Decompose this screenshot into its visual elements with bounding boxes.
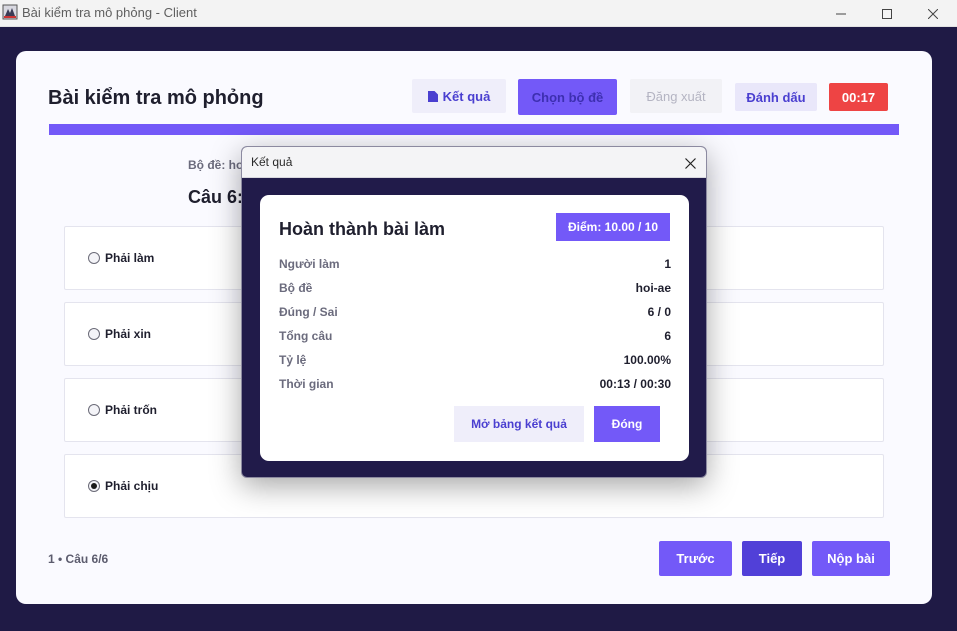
dialog-title: Kết quả [251, 155, 293, 169]
result-value: 00:13 / 00:30 [599, 377, 671, 391]
radio-button[interactable] [88, 252, 100, 264]
window-titlebar: Bài kiểm tra mô phỏng - Client [0, 0, 957, 27]
result-row: Bộ đề hoi-ae [279, 281, 671, 297]
open-results-board-button[interactable]: Mở bảng kết quả [454, 406, 584, 442]
result-button-label: Kết quả [442, 88, 491, 104]
result-key: Đúng / Sai [279, 305, 338, 319]
result-key: Người làm [279, 257, 340, 271]
result-row: Người làm 1 [279, 257, 671, 273]
result-key: Tổng câu [279, 329, 333, 343]
question-title: Câu 6: [188, 187, 244, 207]
result-row: Tỷ lệ 100.00% [279, 353, 671, 369]
dialog-content: Hoàn thành bài làm Điểm: 10.00 / 10 Ngườ… [260, 195, 689, 461]
result-dialog: Kết quả Hoàn thành bài làm Điểm: 10.00 /… [241, 146, 707, 478]
result-value: 6 [664, 329, 671, 343]
question-set-label: Bộ đề: hoi [188, 158, 247, 172]
result-row: Đúng / Sai 6 / 0 [279, 305, 671, 321]
window-title: Bài kiểm tra mô phỏng - Client [22, 5, 197, 20]
result-value: hoi-ae [635, 281, 671, 295]
close-icon [928, 8, 938, 19]
dialog-heading: Hoàn thành bài làm [279, 219, 446, 239]
page-title: Bài kiểm tra mô phỏng [48, 87, 264, 109]
answer-option-label: Phải xin [105, 327, 152, 341]
progress-bar [49, 124, 899, 135]
minimize-button[interactable] [818, 0, 864, 27]
status-text: 1 • Câu 6/6 [48, 552, 109, 566]
result-value: 6 / 0 [647, 305, 671, 319]
app-logo-icon [2, 4, 18, 20]
radio-button[interactable] [88, 404, 100, 416]
logout-button[interactable]: Đăng xuất [630, 79, 722, 113]
score-badge: Điểm: 10.00 / 10 [556, 213, 670, 241]
result-row: Thời gian 00:13 / 00:30 [279, 377, 671, 393]
submit-button[interactable]: Nộp bài [812, 541, 890, 576]
result-row: Tổng câu 6 [279, 329, 671, 345]
result-key: Bộ đề [279, 281, 313, 295]
answer-option-label: Phải trốn [105, 403, 158, 417]
maximize-icon [882, 8, 892, 19]
result-key: Tỷ lệ [279, 353, 307, 367]
minimize-icon [836, 13, 846, 14]
timer-badge: 00:17 [829, 83, 888, 111]
previous-button[interactable]: Trước [659, 541, 732, 576]
result-button[interactable]: Kết quả [412, 79, 506, 113]
window-close-button[interactable] [910, 0, 956, 27]
document-icon [427, 90, 438, 102]
maximize-button[interactable] [864, 0, 910, 27]
result-key: Thời gian [279, 377, 334, 391]
result-value: 100.00% [623, 353, 671, 367]
dialog-titlebar: Kết quả [242, 147, 706, 178]
answer-option-label: Phải chịu [105, 479, 159, 493]
result-value: 1 [664, 257, 671, 271]
answer-option-label: Phải làm [105, 251, 155, 265]
radio-button-selected[interactable] [88, 480, 100, 492]
mark-button[interactable]: Đánh dấu [735, 83, 817, 111]
dialog-close-button[interactable] [680, 153, 700, 173]
radio-button[interactable] [88, 328, 100, 340]
choose-set-button[interactable]: Chọn bộ đề [518, 79, 617, 115]
next-button[interactable]: Tiếp [742, 541, 802, 576]
close-dialog-button[interactable]: Đóng [594, 406, 660, 442]
close-icon [684, 157, 696, 169]
